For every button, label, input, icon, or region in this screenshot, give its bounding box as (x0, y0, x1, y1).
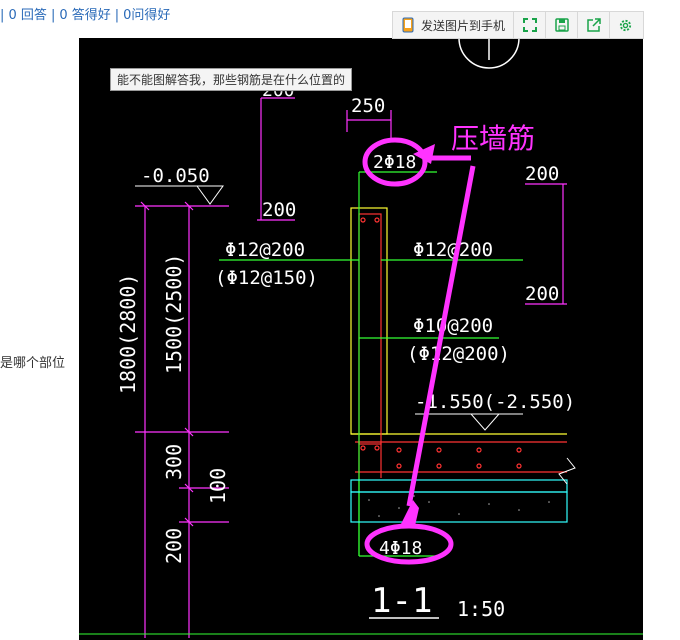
scale-label: 1:50 (457, 597, 505, 621)
save-button[interactable] (546, 12, 579, 38)
send-to-phone-button[interactable]: 发送图片到手机 (393, 12, 515, 38)
save-icon (554, 18, 569, 32)
dim-1500-label: 1500(2500) (162, 254, 186, 374)
fullscreen-icon (522, 18, 537, 32)
question-text-fragment: 是哪个部位 (0, 356, 66, 371)
image-title-tooltip: 能不能图解答我，那些钢筋是在什么位置的 (110, 68, 353, 91)
dim-100-label: 100 (206, 468, 230, 504)
stats-separator: | (0, 8, 5, 23)
dim-200-left-label: 200 (162, 528, 186, 564)
answer-stats: | 0 回答 | 0 答得好 | 0问得好 (0, 4, 170, 23)
dim-200-c-label: 200 (525, 163, 559, 185)
bottom-bar-label: 4Φ18 (379, 538, 422, 559)
stats-separator: | (50, 8, 56, 23)
elev-top-label: -0.050 (141, 165, 210, 187)
good-answers-link[interactable]: 0 答得好 (59, 8, 110, 23)
elev-bottom-label: -1.550(-2.550) (415, 391, 575, 413)
dim-1800-label: 1800(2800) (116, 274, 140, 394)
settings-icon (619, 19, 632, 31)
dim-200-b-label: 200 (262, 199, 296, 221)
dim-200-d-label: 200 (525, 283, 559, 305)
cad-drawing-svg: -0.050 250 200 200 200 2 (79, 38, 643, 638)
rebar-right-1-label: Φ12@200 (413, 239, 493, 261)
share-button[interactable] (578, 12, 611, 38)
rebar-mid-2-label: (Φ12@200) (407, 343, 510, 365)
top-bar-label: 2Φ18 (373, 152, 416, 173)
dim-250-label: 250 (351, 95, 385, 117)
fullscreen-button[interactable] (514, 12, 547, 38)
share-icon (586, 18, 601, 32)
section-label: 1-1 (371, 581, 432, 621)
good-questions-link[interactable]: 0问得好 (123, 8, 170, 23)
rebar-mid-1-label: Φ10@200 (413, 315, 493, 337)
rebar-left-1-label: Φ12@200 (225, 239, 305, 261)
dim-300-label: 300 (162, 444, 186, 480)
settings-button[interactable] (610, 12, 641, 38)
rebar-left-2-label: (Φ12@150) (215, 267, 318, 289)
cad-drawing-image: -0.050 250 200 200 200 2 (79, 38, 643, 640)
answers-link[interactable]: 0 回答 (9, 8, 47, 23)
phone-icon (402, 17, 414, 33)
stats-separator: | (114, 8, 120, 23)
send-to-phone-label: 发送图片到手机 (421, 18, 506, 33)
image-toolbar: 发送图片到手机 (392, 11, 644, 39)
annotation-label: 压墙筋 (451, 122, 535, 155)
